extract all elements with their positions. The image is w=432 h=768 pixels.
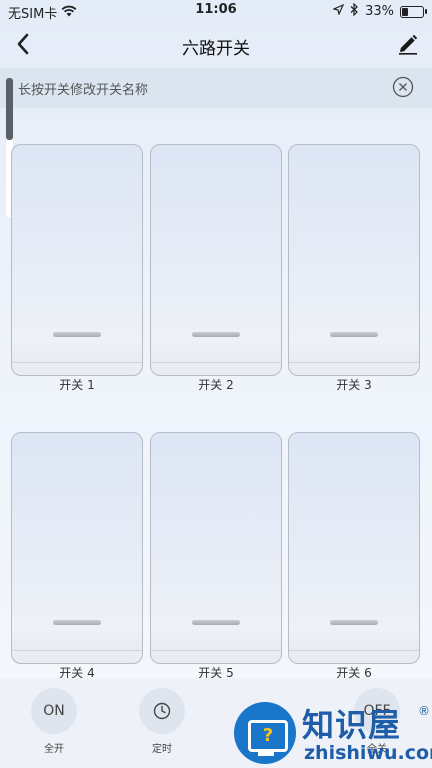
edit-button[interactable] xyxy=(396,32,420,56)
bluetooth-icon xyxy=(350,2,359,20)
battery-percent: 33% xyxy=(365,4,394,19)
watermark-logo: ? 知识屋 ® zhishiwu.com xyxy=(232,698,432,768)
all-on-button[interactable]: ON 全开 xyxy=(14,688,94,755)
watermark-registered-mark: ® xyxy=(418,704,430,718)
timer-label: 定时 xyxy=(152,744,172,755)
switch-1-label: 开关 1 xyxy=(59,378,95,392)
switch-handle xyxy=(53,332,101,337)
switch-panel xyxy=(150,144,282,376)
switch-5[interactable] xyxy=(150,432,282,664)
switch-6[interactable] xyxy=(288,432,420,664)
switch-1[interactable] xyxy=(11,144,143,376)
watermark-cn-text: 知识屋 xyxy=(302,706,402,744)
page-title: 六路开关 xyxy=(182,39,250,59)
watermark-en-text: zhishiwu.com xyxy=(304,742,432,764)
switch-panel xyxy=(150,432,282,664)
status-right: 33% xyxy=(332,2,427,20)
timer-button[interactable]: 定时 xyxy=(122,688,202,755)
battery-icon xyxy=(400,5,427,18)
on-icon: ON xyxy=(31,688,77,734)
switch-handle xyxy=(192,332,240,337)
switch-2-label: 开关 2 xyxy=(198,378,234,392)
all-on-label: 全开 xyxy=(44,744,64,755)
scrollbar-thumb[interactable] xyxy=(6,78,13,140)
switch-panel xyxy=(288,144,420,376)
tip-close-button[interactable] xyxy=(392,76,414,98)
clock-icon xyxy=(139,688,185,734)
monitor-question-icon: ? xyxy=(234,702,296,764)
switch-3[interactable] xyxy=(288,144,420,376)
switch-panel xyxy=(288,432,420,664)
nav-bar: 六路开关 xyxy=(0,22,432,68)
switch-handle xyxy=(330,620,378,625)
watermark-icon-glyph: ? xyxy=(248,720,288,752)
status-bar: 无SIM卡 11:06 33% xyxy=(0,0,432,22)
tip-banner: 长按开关修改开关名称 xyxy=(0,68,432,108)
switch-2[interactable] xyxy=(150,144,282,376)
pencil-icon xyxy=(396,34,420,60)
location-icon xyxy=(332,3,345,19)
switch-panel xyxy=(11,432,143,664)
tip-text: 长按开关修改开关名称 xyxy=(18,83,149,98)
switch-3-label: 开关 3 xyxy=(336,378,372,392)
switch-handle xyxy=(192,620,240,625)
battery-fill xyxy=(402,7,408,16)
watermark-icon-stand xyxy=(258,752,274,756)
switch-handle xyxy=(330,332,378,337)
switch-panel xyxy=(11,144,143,376)
close-circle-icon xyxy=(392,76,414,102)
switch-4[interactable] xyxy=(11,432,143,664)
switch-handle xyxy=(53,620,101,625)
